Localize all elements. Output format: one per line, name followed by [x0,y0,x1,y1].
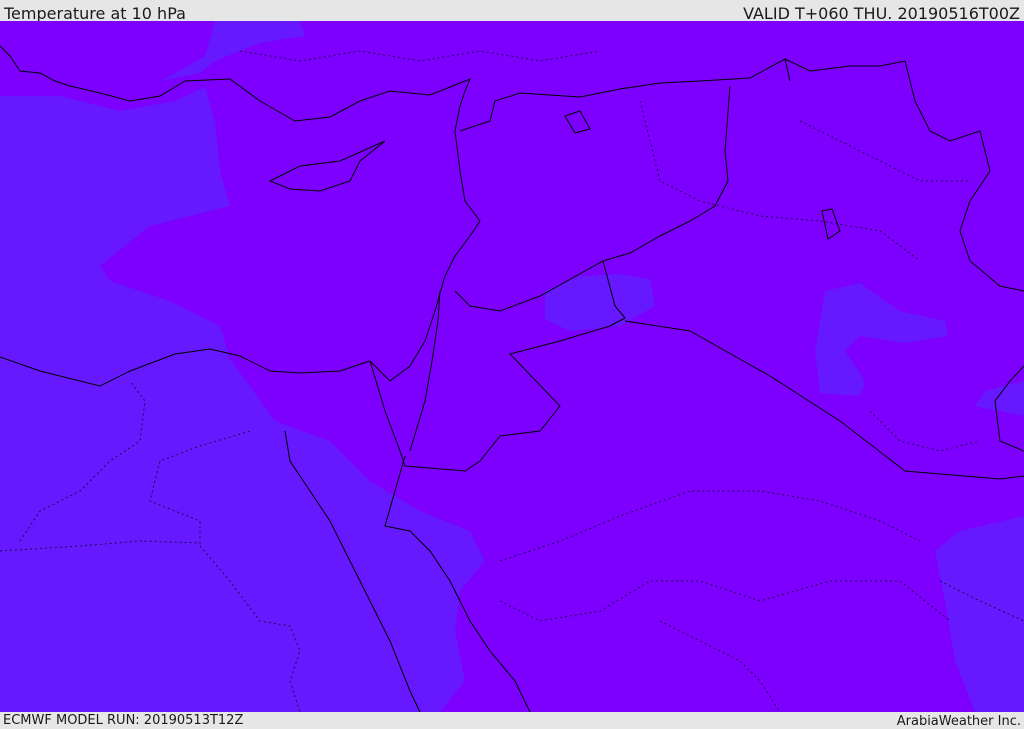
map-header: Temperature at 10 hPa VALID T+060 THU. 2… [0,0,1024,23]
model-run-label: ECMWF MODEL RUN: 20190513T12Z [3,713,244,728]
temperature-map [0,21,1024,712]
map-canvas [0,21,1024,712]
credit-label: ArabiaWeather Inc. [896,714,1021,729]
map-footer: ECMWF MODEL RUN: 20190513T12Z ArabiaWeat… [0,712,1024,729]
